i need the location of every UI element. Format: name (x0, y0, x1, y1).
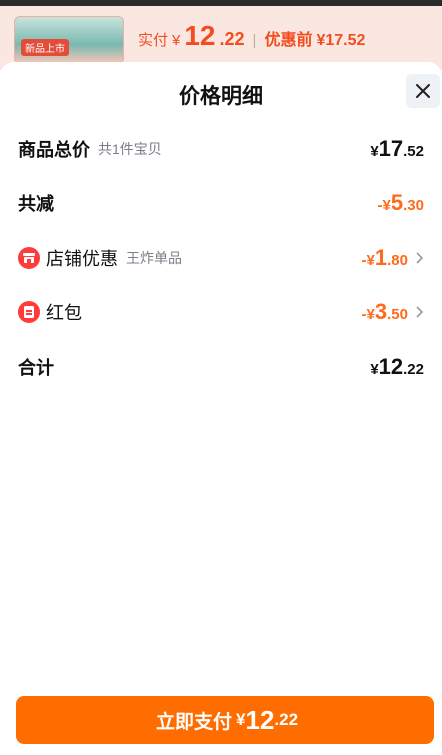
red-packet-icon (18, 301, 40, 323)
actual-currency: ¥ (172, 32, 181, 49)
thumbnail-tag: 新品上市 (21, 39, 69, 56)
row-goods-total: 商品总价 共1件宝贝 ¥17.52 (18, 134, 424, 164)
divider: | (252, 32, 257, 49)
orig-label: 优惠前 (264, 32, 313, 49)
pay-now-label: 立即支付 (156, 711, 233, 733)
shop-discount-amount: -¥ 1.80 (361, 245, 408, 270)
chevron-right-icon (416, 252, 424, 264)
pay-currency: ¥ (236, 710, 246, 729)
close-button[interactable] (406, 74, 440, 108)
row-shop-discount[interactable]: 店铺优惠 王炸单品 -¥ 1.80 (18, 243, 424, 273)
pay-dec: .22 (274, 710, 299, 729)
orig-price: ¥17.52 (316, 32, 366, 49)
red-packet-amount: -¥ 3.50 (361, 299, 408, 324)
shop-icon (18, 247, 40, 269)
sheet-title: 价格明细 (179, 85, 263, 108)
total-reduction-amount: -¥ 5.30 (377, 190, 424, 215)
shop-discount-label: 店铺优惠 (46, 249, 118, 269)
goods-total-amount: ¥17.52 (370, 136, 424, 161)
row-red-packet[interactable]: 红包 -¥ 3.50 (18, 297, 424, 327)
actual-label: 实付 (138, 32, 169, 49)
grand-total-amount: ¥12.22 (370, 354, 424, 379)
chevron-right-icon (416, 306, 424, 318)
total-reduction-label: 共减 (18, 194, 54, 214)
pay-now-button[interactable]: 立即支付 ¥12.22 (16, 696, 434, 744)
product-thumbnail: 新品上市 (14, 16, 124, 64)
pay-int: 12 (245, 704, 275, 735)
grand-total-label: 合计 (18, 358, 54, 378)
red-packet-label: 红包 (46, 303, 82, 323)
goods-total-label: 商品总价 (18, 140, 90, 160)
goods-count: 共1件宝贝 (98, 141, 162, 157)
row-grand-total: 合计 ¥12.22 (18, 352, 424, 382)
actual-price-summary: 实付 ¥ 12.22 | 优惠前 ¥17.52 (138, 20, 365, 52)
price-detail-sheet: 价格明细 商品总价 共1件宝贝 ¥17.52 共减 -¥ 5.30 店铺优惠 王… (0, 62, 442, 755)
actual-int: 12 (184, 20, 216, 51)
close-icon (416, 84, 430, 98)
row-total-reduction: 共减 -¥ 5.30 (18, 188, 424, 218)
shop-discount-sub: 王炸单品 (126, 250, 182, 266)
actual-dec: .22 (219, 29, 245, 49)
